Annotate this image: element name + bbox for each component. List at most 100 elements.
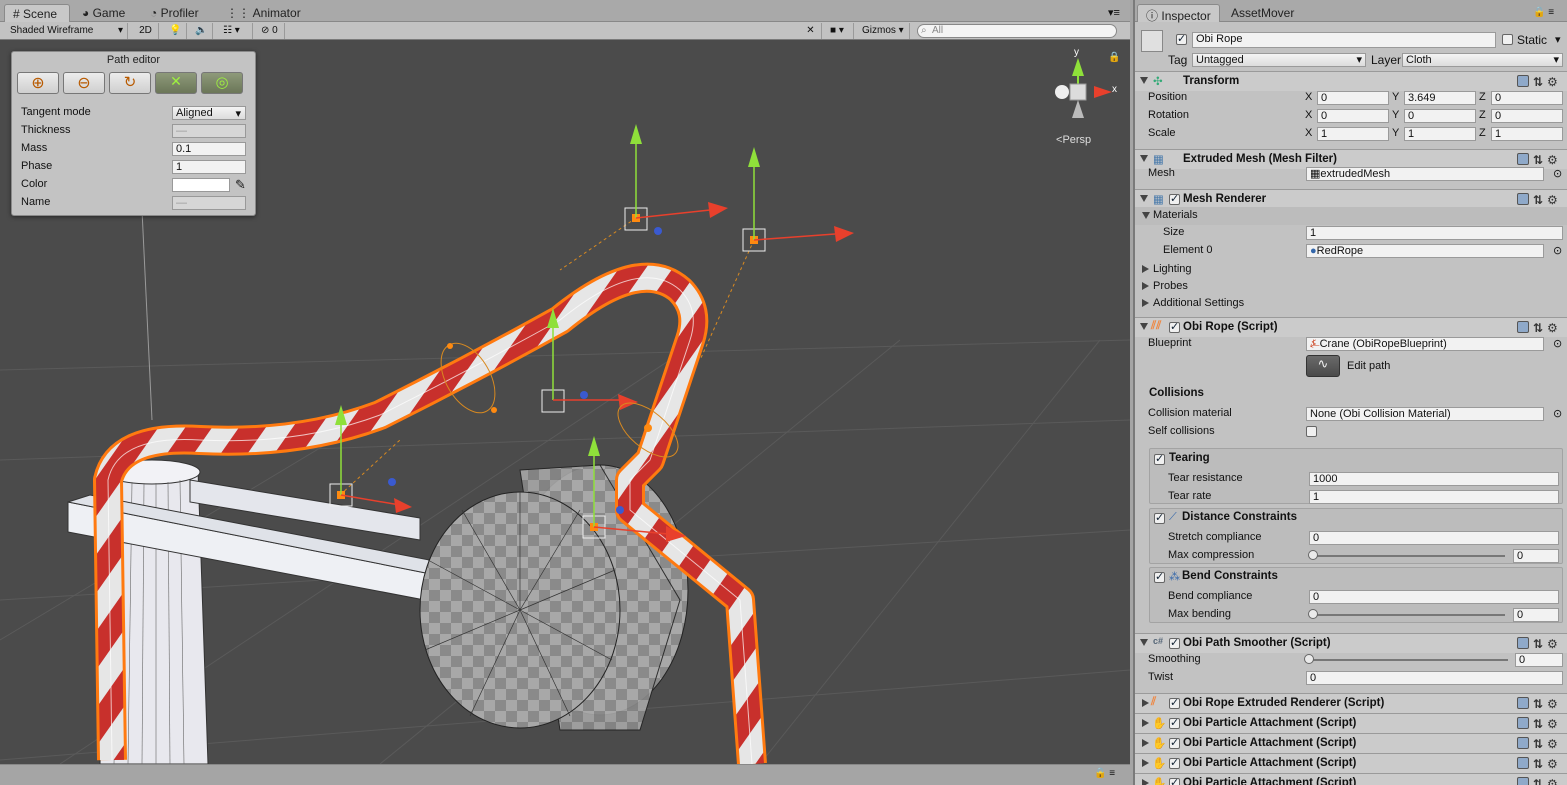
remove-point-button[interactable]: ⊖ — [63, 72, 105, 94]
add-point-button[interactable]: ⊕ — [17, 72, 59, 94]
max-compression-field[interactable]: 0 — [1513, 549, 1559, 563]
extruded-renderer-header[interactable]: ⫽ Obi Rope Extruded Renderer (Script) ⇅ … — [1135, 693, 1567, 713]
component-enabled-checkbox[interactable] — [1169, 736, 1180, 749]
tangent-mode-dropdown[interactable]: Aligned ▾ — [172, 106, 246, 120]
help-icon[interactable] — [1517, 717, 1529, 729]
chevron-down-icon[interactable]: ▾ — [1555, 33, 1561, 46]
expand-triangle-icon[interactable] — [1140, 323, 1148, 330]
collapse-triangle-icon[interactable] — [1142, 779, 1149, 785]
thickness-field[interactable]: — — [172, 124, 246, 138]
tag-dropdown[interactable]: Untagged ▾ — [1192, 53, 1366, 67]
rotation-z-field[interactable]: 0 — [1491, 109, 1563, 123]
help-icon[interactable] — [1517, 697, 1529, 709]
distance-constraints-checkbox[interactable] — [1154, 511, 1165, 524]
expand-triangle-icon[interactable] — [1140, 639, 1148, 646]
mesh-renderer-header[interactable]: ▦ Mesh Renderer ⇅ ⚙ — [1135, 189, 1567, 209]
object-picker-icon[interactable]: ⊙ — [1553, 167, 1562, 180]
color-swatch[interactable] — [172, 178, 230, 192]
control-point-handle[interactable] — [624, 124, 728, 235]
smoothing-field[interactable]: 0 — [1515, 653, 1563, 667]
transform-header[interactable]: ✣ Transform ⇅ ⚙ — [1135, 71, 1567, 91]
eyedropper-icon[interactable]: ✎ — [235, 177, 246, 193]
probes-foldout[interactable]: Probes — [1135, 278, 1567, 296]
path-smoother-header[interactable]: c# Obi Path Smoother (Script) ⇅ ⚙ — [1135, 633, 1567, 653]
expand-triangle-icon[interactable] — [1140, 155, 1148, 162]
help-icon[interactable] — [1517, 637, 1529, 649]
particle-attachment-header[interactable]: ✋ Obi Particle Attachment (Script) ⇅ ⚙ — [1135, 713, 1567, 733]
preset-icon[interactable]: ⇅ — [1533, 737, 1543, 751]
gear-icon[interactable]: ⚙ — [1547, 75, 1558, 89]
help-icon[interactable] — [1517, 153, 1529, 165]
tools-icon[interactable]: ✕ — [800, 23, 822, 39]
bend-compliance-field[interactable]: 0 — [1309, 590, 1559, 604]
tear-resistance-field[interactable]: 1000 — [1309, 472, 1559, 486]
component-enabled-checkbox[interactable] — [1169, 320, 1180, 333]
preset-icon[interactable]: ⇅ — [1533, 757, 1543, 771]
obi-rope-header[interactable]: ⫽⫽ Obi Rope (Script) ⇅ ⚙ — [1135, 317, 1567, 337]
particle-attachment-header[interactable]: ✋ Obi Particle Attachment (Script) ⇅ ⚙ — [1135, 753, 1567, 773]
scale-x-field[interactable]: 1 — [1317, 127, 1389, 141]
rotation-x-field[interactable]: 0 — [1317, 109, 1389, 123]
collapse-triangle-icon[interactable] — [1142, 265, 1149, 273]
scale-y-field[interactable]: 1 — [1404, 127, 1476, 141]
component-enabled-checkbox[interactable] — [1169, 776, 1180, 785]
component-enabled-checkbox[interactable] — [1169, 756, 1180, 769]
stretch-compliance-field[interactable]: 0 — [1309, 531, 1559, 545]
mass-field[interactable]: 0.1 — [172, 142, 246, 156]
object-picker-icon[interactable]: ⊙ — [1553, 244, 1562, 257]
toggle-2d-button[interactable]: 2D — [133, 23, 159, 39]
gear-icon[interactable]: ⚙ — [1547, 717, 1558, 731]
orient-mode-button[interactable]: ◎ — [201, 72, 243, 94]
orientation-gizmo[interactable] — [1055, 58, 1112, 118]
camera-dropdown-icon[interactable]: ■ ▾ — [826, 23, 854, 39]
preset-icon[interactable]: ⇅ — [1533, 193, 1543, 207]
collapse-triangle-icon[interactable] — [1142, 282, 1149, 290]
smoothing-slider[interactable] — [1308, 659, 1508, 661]
help-icon[interactable] — [1517, 737, 1529, 749]
object-picker-icon[interactable]: ⊙ — [1553, 407, 1562, 420]
collision-material-field[interactable]: None (Obi Collision Material) — [1306, 407, 1544, 421]
particle-attachment-header[interactable]: ✋ Obi Particle Attachment (Script) ⇅ ⚙ — [1135, 773, 1567, 785]
max-bending-slider[interactable] — [1311, 614, 1505, 616]
layer-dropdown[interactable]: Cloth ▾ — [1402, 53, 1563, 67]
preset-icon[interactable]: ⇅ — [1533, 717, 1543, 731]
gear-icon[interactable]: ⚙ — [1547, 321, 1558, 335]
preset-icon[interactable]: ⇅ — [1533, 697, 1543, 711]
rotation-y-field[interactable]: 0 — [1404, 109, 1476, 123]
position-z-field[interactable]: 0 — [1491, 91, 1563, 105]
panel-menu-icon[interactable]: ▾≡ — [1108, 6, 1120, 19]
component-enabled-checkbox[interactable] — [1169, 636, 1180, 649]
expand-triangle-icon[interactable] — [1140, 195, 1148, 202]
projection-toggle[interactable]: <Persp — [1056, 134, 1091, 146]
object-name-input[interactable]: Obi Rope — [1192, 32, 1496, 48]
collapse-triangle-icon[interactable] — [1142, 699, 1149, 707]
help-icon[interactable] — [1517, 777, 1529, 785]
object-picker-icon[interactable]: ⊙ — [1553, 337, 1562, 350]
gizmos-dropdown[interactable]: Gizmos ▾ — [858, 23, 910, 39]
max-compression-slider[interactable] — [1311, 555, 1505, 557]
draw-mode-dropdown[interactable]: Shaded Wireframe ▾ — [6, 23, 128, 39]
lock-icon[interactable]: 🔒 ≡ — [1533, 7, 1554, 18]
twist-field[interactable]: 0 — [1306, 671, 1563, 685]
self-collisions-checkbox[interactable] — [1306, 426, 1317, 437]
additional-settings-foldout[interactable]: Additional Settings — [1135, 295, 1567, 313]
gear-icon[interactable]: ⚙ — [1547, 193, 1558, 207]
lock-icon[interactable]: 🔒 ≡ — [1094, 768, 1115, 779]
collapse-triangle-icon[interactable] — [1142, 299, 1149, 307]
gear-icon[interactable]: ⚙ — [1547, 697, 1558, 711]
tearing-checkbox[interactable] — [1154, 452, 1165, 465]
scene-search-input[interactable]: ⌕ All — [917, 24, 1117, 38]
component-enabled-checkbox[interactable] — [1169, 192, 1180, 205]
bend-constraints-checkbox[interactable] — [1154, 570, 1165, 583]
gear-icon[interactable]: ⚙ — [1547, 737, 1558, 751]
collapse-triangle-icon[interactable] — [1142, 739, 1149, 747]
material-object-field[interactable]: ●RedRope — [1306, 244, 1544, 258]
tear-rate-field[interactable]: 1 — [1309, 490, 1559, 504]
component-enabled-checkbox[interactable] — [1169, 696, 1180, 709]
gear-icon[interactable]: ⚙ — [1547, 637, 1558, 651]
name-field[interactable]: — — [172, 196, 246, 210]
particle-attachment-header[interactable]: ✋ Obi Particle Attachment (Script) ⇅ ⚙ — [1135, 733, 1567, 753]
mesh-object-field[interactable]: ▦extrudedMesh — [1306, 167, 1544, 181]
tab-profiler[interactable]: ◔ Profiler — [142, 4, 207, 22]
tab-animator[interactable]: ⋮⋮ Animator — [218, 4, 309, 22]
